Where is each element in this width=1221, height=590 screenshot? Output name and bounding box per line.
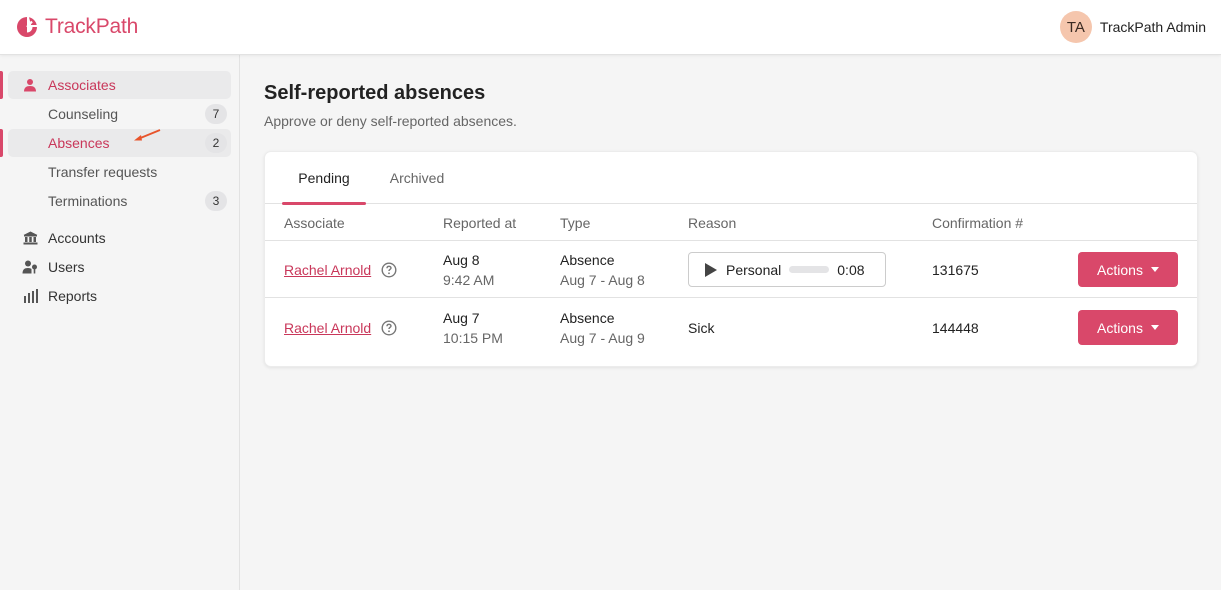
- confirmation-number: 144448: [932, 319, 979, 336]
- reported-time: 9:42 AM: [443, 271, 495, 288]
- app-logo[interactable]: TrackPath: [15, 14, 138, 40]
- bank-icon: [22, 230, 38, 246]
- tab-bar: Pending Archived: [265, 152, 1197, 205]
- absence-range: Aug 7 - Aug 8: [560, 271, 645, 288]
- reported-at-cell: Aug 7 10:15 PM: [443, 299, 503, 356]
- associate-link[interactable]: Rachel Arnold: [284, 262, 371, 278]
- user-name: TrackPath Admin: [1099, 19, 1206, 35]
- absence-range: Aug 7 - Aug 9: [560, 329, 645, 346]
- actions-label: Actions: [1097, 261, 1143, 278]
- column-header-confirmation[interactable]: Confirmation #: [932, 204, 1023, 241]
- play-icon[interactable]: [705, 262, 717, 277]
- count-badge: 3: [205, 191, 227, 211]
- sidebar-item-label: Terminations: [48, 193, 128, 209]
- reported-time: 10:15 PM: [443, 329, 503, 346]
- sidebar-item-associates[interactable]: Associates: [0, 71, 231, 99]
- app-name: TrackPath: [45, 15, 139, 38]
- sidebar-item-terminations[interactable]: Terminations 3: [8, 187, 231, 215]
- table-row: Rachel Arnold Aug 8 9:42 AM Absence Aug …: [265, 241, 1197, 298]
- type-cell: Absence Aug 7 - Aug 8: [560, 241, 645, 298]
- associate-link[interactable]: Rachel Arnold: [284, 320, 371, 336]
- active-indicator: [0, 71, 3, 99]
- table-header: Associate Reported at Type Reason Confir…: [265, 204, 1197, 241]
- audio-duration: 0:08: [837, 261, 865, 278]
- absence-type: Absence: [560, 309, 615, 326]
- table-row: Rachel Arnold Aug 7 10:15 PM Absence Aug…: [265, 299, 1197, 356]
- associate-cell: Rachel Arnold: [284, 299, 397, 356]
- help-icon[interactable]: [381, 319, 397, 336]
- bar-chart-icon: [22, 288, 38, 304]
- column-header-reason[interactable]: Reason: [688, 204, 736, 241]
- type-cell: Absence Aug 7 - Aug 9: [560, 299, 645, 356]
- tab-pending[interactable]: Pending: [282, 152, 366, 205]
- sidebar: Associates Counseling 7 Absences 2 Trans…: [0, 55, 240, 590]
- reported-date: Aug 8: [443, 251, 480, 268]
- column-header-associate[interactable]: Associate: [284, 204, 345, 241]
- caret-down-icon: [1150, 267, 1159, 272]
- reported-date: Aug 7: [443, 309, 480, 326]
- sidebar-item-accounts[interactable]: Accounts: [8, 224, 231, 252]
- sidebar-item-label: Transfer requests: [48, 164, 158, 180]
- reason-audio-player[interactable]: Personal 0:08: [688, 252, 886, 287]
- active-indicator: [0, 129, 3, 157]
- sidebar-item-transfer-requests[interactable]: Transfer requests: [8, 158, 231, 186]
- page-title: Self-reported absences: [264, 82, 486, 104]
- sidebar-item-label: Reports: [48, 288, 98, 304]
- avatar: TA: [1059, 11, 1092, 43]
- absence-type: Absence: [560, 251, 615, 268]
- actions-label: Actions: [1097, 319, 1143, 336]
- reason-text: Sick: [688, 319, 715, 336]
- annotation-arrow-icon: [134, 129, 161, 141]
- trackpath-logo-icon: [17, 17, 37, 37]
- sidebar-item-counseling[interactable]: Counseling 7: [8, 100, 231, 128]
- column-header-type[interactable]: Type: [560, 204, 590, 241]
- sidebar-item-absences[interactable]: Absences 2: [0, 129, 231, 157]
- user-menu[interactable]: TA TrackPath Admin: [1059, 11, 1206, 43]
- top-bar: TrackPath TA TrackPath Admin: [0, 0, 1221, 55]
- absences-card: Pending Archived Associate Reported at T…: [264, 151, 1198, 367]
- actions-button[interactable]: Actions: [1078, 310, 1178, 345]
- count-badge: 2: [205, 133, 227, 153]
- user-icon: [22, 77, 38, 93]
- count-badge: 7: [205, 104, 227, 124]
- reason-text: Personal: [726, 261, 782, 278]
- help-icon[interactable]: [381, 261, 397, 278]
- audio-progress-track[interactable]: [789, 266, 830, 273]
- tab-archived[interactable]: Archived: [377, 152, 457, 204]
- user-key-icon: [22, 259, 38, 275]
- sidebar-item-label: Accounts: [48, 230, 106, 246]
- sidebar-item-label: Counseling: [48, 106, 119, 122]
- sidebar-item-label: Absences: [48, 135, 110, 151]
- confirmation-number: 131675: [932, 261, 979, 278]
- sidebar-item-label: Associates: [48, 77, 116, 93]
- page-subtitle: Approve or deny self-reported absences.: [264, 113, 517, 129]
- sidebar-item-label: Users: [48, 259, 85, 275]
- sidebar-item-reports[interactable]: Reports: [8, 282, 231, 310]
- caret-down-icon: [1150, 325, 1159, 330]
- column-header-reported-at[interactable]: Reported at: [443, 204, 516, 241]
- associate-cell: Rachel Arnold: [284, 241, 397, 298]
- actions-button[interactable]: Actions: [1078, 252, 1178, 287]
- reported-at-cell: Aug 8 9:42 AM: [443, 241, 494, 298]
- sidebar-item-users[interactable]: Users: [8, 253, 231, 281]
